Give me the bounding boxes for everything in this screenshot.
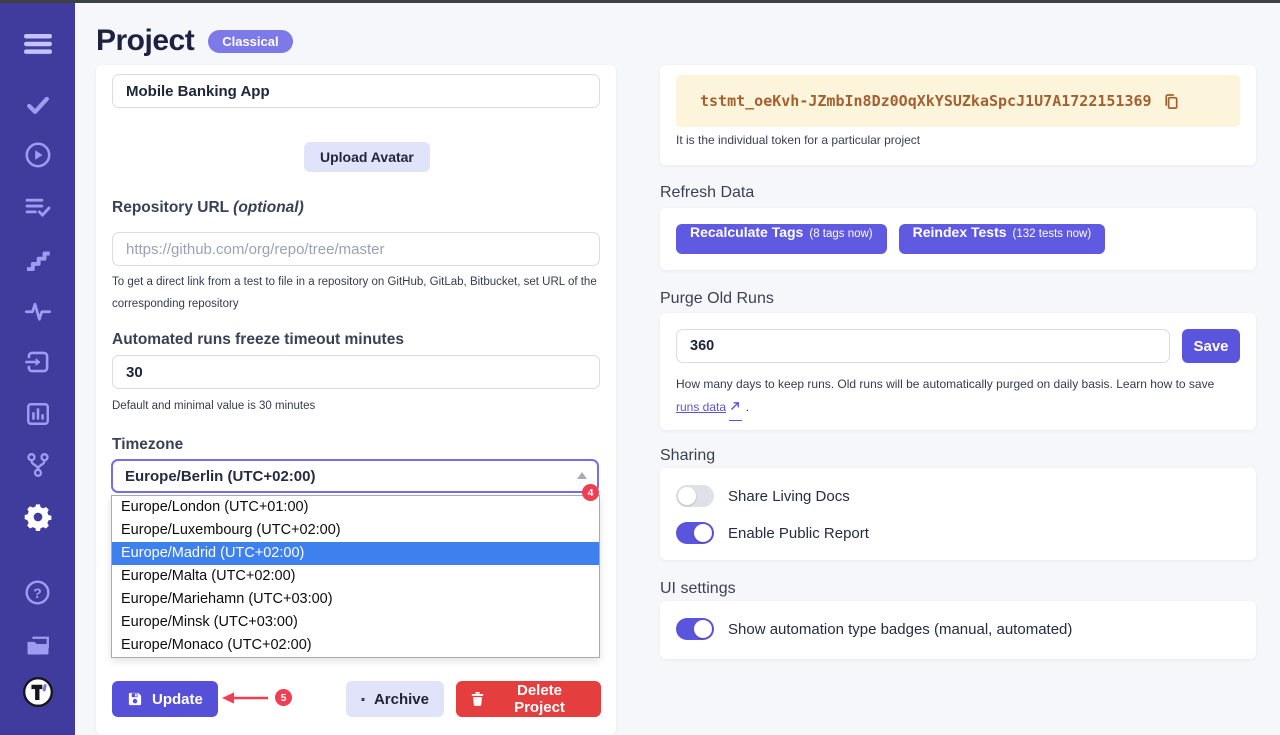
timezone-dropdown-list: Europe/London (UTC+01:00) Europe/Luxembo… bbox=[111, 495, 600, 658]
repository-url-optional: (optional) bbox=[233, 199, 304, 216]
purge-help-text: How many days to keep runs. Old runs wil… bbox=[676, 373, 1240, 421]
token-help-text: It is the individual token for a particu… bbox=[676, 133, 920, 147]
save-button[interactable]: Save bbox=[1182, 329, 1240, 363]
help-question-icon[interactable]: ? bbox=[20, 574, 56, 610]
reports-bar-chart-icon[interactable] bbox=[20, 396, 56, 432]
page-title: Project bbox=[96, 24, 194, 58]
branches-git-icon[interactable] bbox=[20, 447, 56, 483]
freeze-timeout-help: Default and minimal value is 30 minutes bbox=[112, 395, 600, 417]
tests-check-icon[interactable] bbox=[20, 88, 56, 124]
milestones-steps-icon[interactable] bbox=[20, 242, 56, 278]
imports-sign-in-icon[interactable] bbox=[20, 344, 56, 380]
annotation-step-badge-4: 4 bbox=[582, 484, 599, 501]
timezone-label: Timezone bbox=[112, 436, 183, 454]
sharing-card: Share Living Docs Enable Public Report bbox=[660, 468, 1256, 560]
repository-url-label: Repository URL (optional) bbox=[112, 199, 304, 217]
timezone-selected-value: Europe/Berlin (UTC+02:00) bbox=[125, 468, 315, 485]
project-type-badge: Classical bbox=[208, 30, 292, 53]
purge-old-runs-card: Save How many days to keep runs. Old run… bbox=[660, 313, 1256, 430]
ui-settings-title: UI settings bbox=[660, 580, 736, 598]
refresh-data-title: Refresh Data bbox=[660, 184, 754, 202]
ui-settings-card: Show automation type badges (manual, aut… bbox=[660, 601, 1256, 659]
project-name-input[interactable] bbox=[112, 74, 600, 108]
project-settings-card: Upload Avatar Repository URL (optional) … bbox=[96, 65, 616, 735]
external-link-icon[interactable] bbox=[729, 396, 742, 421]
runs-data-link[interactable]: runs data bbox=[676, 400, 726, 414]
window-edge bbox=[0, 0, 1280, 3]
timezone-option[interactable]: Europe/London (UTC+01:00) bbox=[112, 496, 599, 519]
timezone-option[interactable]: Europe/Luxembourg (UTC+02:00) bbox=[112, 519, 599, 542]
save-icon bbox=[127, 691, 143, 707]
timezone-option[interactable]: Europe/Minsk (UTC+03:00) bbox=[112, 611, 599, 634]
timezone-option-highlighted[interactable]: Europe/Madrid (UTC+02:00) bbox=[112, 542, 599, 565]
token-strip: tstmt_oeKvh-JZmbIn8Dz0OqXkYSUZkaSpcJ1U7A… bbox=[676, 75, 1240, 127]
chevron-up-icon bbox=[577, 472, 587, 479]
page-header: Project Classical bbox=[96, 24, 293, 58]
refresh-data-card: Recalculate Tags (8 tags now) Reindex Te… bbox=[660, 208, 1256, 270]
svg-text:?: ? bbox=[33, 585, 42, 601]
automation-badges-label: Show automation type badges (manual, aut… bbox=[728, 621, 1072, 638]
plans-list-check-icon[interactable] bbox=[20, 190, 56, 226]
archive-button[interactable]: Archive bbox=[346, 681, 444, 717]
sharing-title: Sharing bbox=[660, 447, 715, 465]
timezone-select[interactable]: Europe/Berlin (UTC+02:00) bbox=[111, 459, 599, 493]
purge-old-runs-title: Purge Old Runs bbox=[660, 290, 774, 308]
timezone-option[interactable]: Europe/Malta (UTC+02:00) bbox=[112, 565, 599, 588]
freeze-timeout-label: Automated runs freeze timeout minutes bbox=[112, 331, 404, 349]
project-token-card: tstmt_oeKvh-JZmbIn8Dz0OqXkYSUZkaSpcJ1U7A… bbox=[660, 65, 1256, 165]
purge-days-input[interactable] bbox=[676, 329, 1170, 363]
projects-folders-icon[interactable] bbox=[20, 626, 56, 662]
reindex-tests-button[interactable]: Reindex Tests (132 tests now) bbox=[899, 224, 1106, 254]
freeze-timeout-input[interactable] bbox=[112, 355, 600, 389]
update-button[interactable]: Update bbox=[112, 681, 218, 717]
app-logo[interactable] bbox=[20, 674, 56, 710]
annotation-step-badge-5: 5 bbox=[275, 689, 292, 706]
enable-public-report-toggle[interactable] bbox=[676, 522, 714, 544]
analytics-activity-icon[interactable] bbox=[20, 293, 56, 329]
share-living-docs-label: Share Living Docs bbox=[728, 488, 850, 505]
app-window: ? Project Classical Upload Avatar Reposi… bbox=[0, 0, 1280, 735]
delete-project-button[interactable]: Delete Project bbox=[456, 681, 601, 717]
archive-icon bbox=[361, 692, 365, 707]
upload-avatar-button[interactable]: Upload Avatar bbox=[304, 142, 430, 172]
sidebar: ? bbox=[0, 0, 75, 735]
enable-public-report-label: Enable Public Report bbox=[728, 525, 869, 542]
runs-play-icon[interactable] bbox=[20, 137, 56, 173]
timezone-option[interactable]: Europe/Mariehamn (UTC+03:00) bbox=[112, 588, 599, 611]
copy-icon bbox=[1161, 92, 1180, 111]
menu-icon[interactable] bbox=[20, 26, 56, 62]
copy-token-button[interactable] bbox=[1161, 92, 1180, 111]
annotation-arrow: 5 bbox=[222, 689, 292, 706]
automation-badges-toggle[interactable] bbox=[676, 618, 714, 640]
repository-url-input[interactable] bbox=[112, 232, 600, 266]
recalculate-tags-button[interactable]: Recalculate Tags (8 tags now) bbox=[676, 224, 887, 254]
share-living-docs-toggle[interactable] bbox=[676, 485, 714, 507]
timezone-option[interactable]: Europe/Monaco (UTC+02:00) bbox=[112, 634, 599, 657]
settings-gear-icon[interactable] bbox=[20, 499, 56, 535]
project-token-value: tstmt_oeKvh-JZmbIn8Dz0OqXkYSUZkaSpcJ1U7A… bbox=[700, 92, 1152, 110]
trash-icon bbox=[471, 691, 484, 707]
repository-url-help: To get a direct link from a test to file… bbox=[112, 271, 600, 315]
